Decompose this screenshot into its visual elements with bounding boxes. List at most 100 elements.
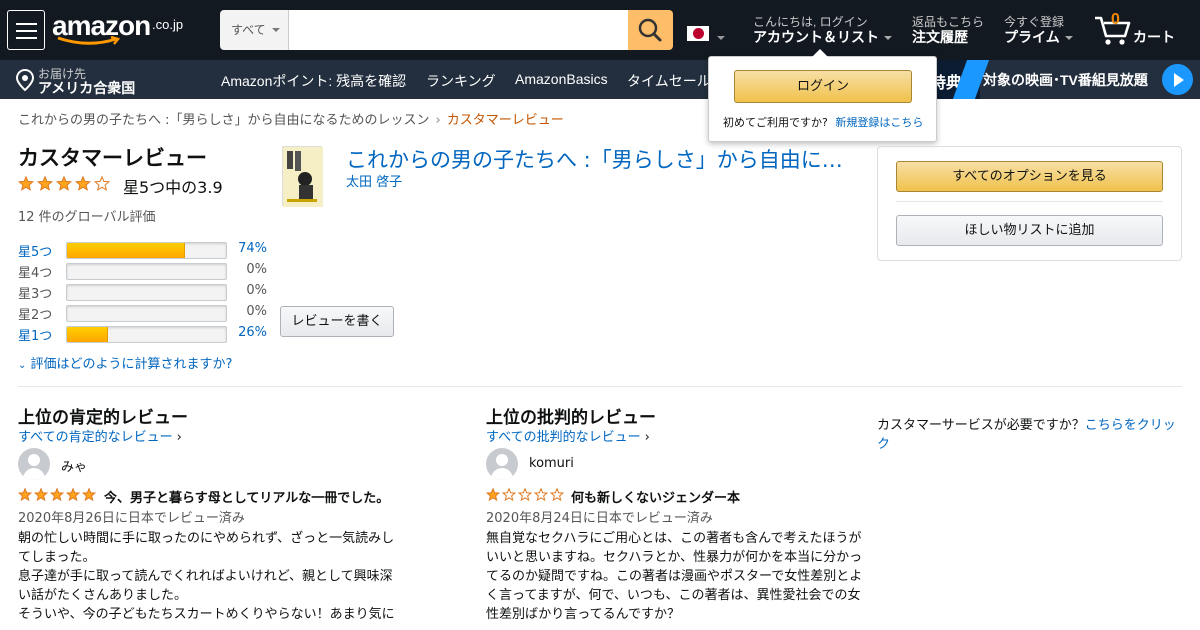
star-icon <box>517 488 533 502</box>
histogram-label[interactable]: 星1つ <box>18 325 52 344</box>
review-line: 性差別ばかり言ってるんですか？ <box>486 607 680 622</box>
histogram-percent: 0% <box>246 262 267 277</box>
how-calculated-link[interactable]: ⌄ 評価はどのように計算されますか? <box>18 353 232 372</box>
review-line: く言ってますが、何で、いつも、この著者は、異性愛社会での女 <box>486 588 861 603</box>
star-icon <box>549 488 565 502</box>
promo-text: 対象の映画･TV番組見放題 <box>983 72 1148 88</box>
positive-review-title[interactable]: 今、男子と暮らす母としてリアルな一冊でした。 <box>104 487 389 506</box>
positive-review-body: 朝の忙しい時間に手に取ったのにやめられず、ざっと一気読みし てしまった。 息子達… <box>18 529 398 624</box>
histogram-bar <box>66 263 227 280</box>
search-button[interactable] <box>628 10 673 50</box>
register-link[interactable]: 新規登録はこちら <box>835 116 923 129</box>
star-icon <box>49 488 65 502</box>
histogram-percent[interactable]: 26% <box>230 325 267 340</box>
all-critical-text: すべての批判的なレビュー <box>486 430 641 445</box>
avatar <box>18 448 50 480</box>
search-icon <box>638 18 662 42</box>
breadcrumb-separator: › <box>435 113 441 128</box>
nav-top: amazon .co.jp すべて こんにちは, ログイン アカウント＆リスト … <box>0 0 1200 60</box>
add-to-wishlist-button[interactable]: ほしい物リストに追加 <box>896 215 1163 246</box>
review-line: てしまった。 <box>18 550 96 565</box>
star-icon <box>81 488 97 502</box>
options-box: すべてのオプションを見る ほしい物リストに追加 <box>877 146 1182 261</box>
histogram-label: 星4つ <box>18 266 53 281</box>
all-positive-link[interactable]: すべての肯定的なレビュー › <box>18 426 182 445</box>
star-icon <box>18 488 33 502</box>
logo-domain: .co.jp <box>152 17 184 32</box>
customer-reviews-heading: カスタマーレビュー <box>18 146 207 170</box>
breadcrumb-current: カスタマーレビュー <box>446 113 564 128</box>
histogram-percent[interactable]: 74% <box>230 241 267 256</box>
star-icon <box>18 176 35 191</box>
customer-service-help: カスタマーサービスが必要ですか？こちらをクリック <box>877 416 1182 454</box>
chevron-down-icon <box>272 28 280 32</box>
review-line: 朝の忙しい時間に手に取ったのにやめられず、ざっと一気読みし <box>18 531 395 546</box>
star-icon <box>65 488 81 502</box>
search-category-select[interactable]: すべて <box>220 10 289 50</box>
positive-review-author[interactable]: みゃ <box>61 456 87 475</box>
cart-label[interactable]: カート <box>1133 27 1175 47</box>
subnav-item-amazonbasics[interactable]: AmazonBasics <box>515 71 608 87</box>
section-divider <box>18 386 1182 387</box>
how-calculated-text: 評価はどのように計算されますか? <box>30 357 233 372</box>
histogram-bar <box>66 284 227 301</box>
write-review-button[interactable]: レビューを書く <box>280 306 394 337</box>
hamburger-menu-button[interactable] <box>7 10 45 50</box>
histogram-fill <box>67 327 109 342</box>
review-line: てるのか疑問ですね。この著者は漫画やポスターで女性差別とよ <box>486 569 863 584</box>
product-author-link[interactable]: 太田 啓子 <box>346 171 402 190</box>
star-icon <box>533 488 549 502</box>
review-line: い話がたくさんありました。 <box>18 588 188 603</box>
histogram-bar[interactable] <box>66 242 227 259</box>
histogram-label: 星2つ <box>18 308 53 323</box>
star-icon <box>36 176 54 191</box>
product-title-link[interactable]: これからの男の子たちへ :「男らしさ」から自由になるためのレッスン <box>346 144 858 174</box>
language-chevron-icon <box>717 36 725 40</box>
top-positive-heading: 上位の肯定的レビュー <box>18 408 188 428</box>
critical-review-body: 無自覚なセクハラにご用心とは、この著者も含んで考えたほうが いいと思いますね。セ… <box>486 529 866 624</box>
critical-review-date: 2020年8月24日に日本でレビュー済み <box>486 511 713 526</box>
login-button[interactable]: ログイン <box>734 70 912 103</box>
chevron-right-icon: › <box>176 430 182 445</box>
deliver-to-country[interactable]: アメリカ合衆国 <box>38 78 135 98</box>
orders-link[interactable]: 注文履歴 <box>912 27 968 47</box>
top-critical-heading: 上位の批判的レビュー <box>486 408 656 428</box>
global-rating-count: 12 件のグローバル評価 <box>18 210 156 225</box>
prime-video-promo[interactable]: 特典 対象の映画･TV番組見放題 <box>920 60 1200 99</box>
avatar <box>486 448 518 480</box>
new-customer-label: 初めてご利用ですか? <box>723 116 828 129</box>
review-line: そういや、今の子どもたちスカートめくりやらない！あまり気に <box>18 607 395 622</box>
search-input[interactable] <box>289 10 628 50</box>
chevron-down-icon: ⌄ <box>18 360 27 371</box>
critical-review-author[interactable]: komuri <box>529 456 574 471</box>
book-cover-image[interactable] <box>282 146 323 207</box>
account-chevron-icon <box>884 36 892 40</box>
account-lists-link[interactable]: アカウント＆リスト <box>753 27 879 47</box>
histogram-label: 星3つ <box>18 287 53 302</box>
all-critical-link[interactable]: すべての批判的なレビュー › <box>486 426 650 445</box>
play-icon <box>1162 64 1193 95</box>
rating-text: 星5つ中の3.9 <box>123 178 223 197</box>
histogram-bar[interactable] <box>66 326 227 343</box>
positive-review-stars-icon <box>18 488 97 502</box>
star-icon <box>55 176 73 191</box>
prime-link[interactable]: プライム <box>1004 27 1060 47</box>
subnav-item-points[interactable]: Amazonポイント: 残高を確認 <box>221 71 406 91</box>
see-all-options-button[interactable]: すべてのオプションを見る <box>896 161 1163 192</box>
breadcrumb-product-link[interactable]: これからの男の子たちへ :「男らしさ」から自由になるためのレッスン <box>18 113 430 128</box>
new-customer-text: 初めてご利用ですか? 新規登録はこちら <box>723 114 923 130</box>
options-divider <box>896 201 1163 202</box>
histogram-label[interactable]: 星5つ <box>18 241 52 260</box>
subnav-item-ranking[interactable]: ランキング <box>426 71 496 91</box>
histogram-percent: 0% <box>246 283 267 298</box>
histogram-bar <box>66 305 227 322</box>
subnav-item-timesale[interactable]: タイムセール <box>627 71 711 91</box>
logo-smile-icon <box>57 36 121 45</box>
star-icon <box>501 488 517 502</box>
prime-chevron-icon <box>1065 36 1073 40</box>
summary-stars-icon <box>18 176 111 191</box>
critical-review-title[interactable]: 何も新しくないジェンダー本 <box>571 487 740 506</box>
star-icon <box>74 176 92 191</box>
japan-flag-icon[interactable] <box>687 26 709 41</box>
review-line: 無自覚なセクハラにご用心とは、この著者も含んで考えたほうが <box>486 531 862 546</box>
